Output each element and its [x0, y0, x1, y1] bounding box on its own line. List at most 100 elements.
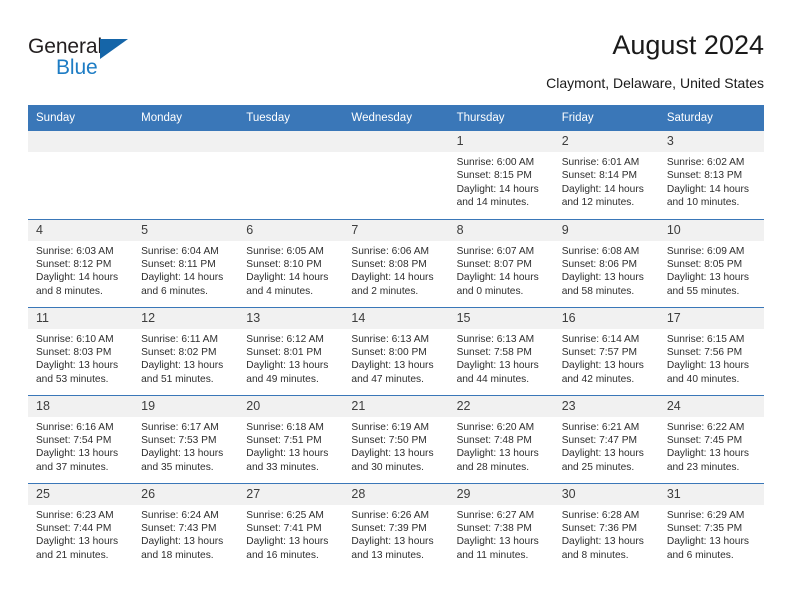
day-number: 23	[553, 395, 659, 417]
day-number: 11	[28, 307, 134, 329]
calendar-day-cell[interactable]: 20 Sunrise: 6:18 AM Sunset: 7:51 PM Dayligh…	[238, 394, 344, 483]
daylight-text: Daylight: 13 hours	[561, 536, 644, 548]
day-number: 31	[658, 483, 764, 505]
day-number: 4	[28, 219, 134, 241]
sunset-text: Sunset: 8:15 PM	[456, 170, 532, 182]
daylight-text: and 49 minutes.	[246, 373, 319, 385]
calendar-day-cell[interactable]: 12 Sunrise: 6:11 AM Sunset: 8:02 PM Dayligh…	[133, 306, 239, 395]
daylight-text: and 28 minutes.	[456, 461, 530, 473]
calendar-day-cell[interactable]: 2 Sunrise: 6:01 AM Sunset: 8:14 PM Daylight…	[553, 131, 659, 219]
calendar-day-cell[interactable]: 16 Sunrise: 6:14 AM Sunset: 7:57 PM Dayligh…	[553, 306, 659, 395]
calendar-day-cell[interactable]: 29 Sunrise: 6:27 AM Sunset: 7:38 PM Dayligh…	[448, 482, 554, 571]
day-number	[238, 131, 344, 152]
calendar-day-cell[interactable]: 14 Sunrise: 6:13 AM Sunset: 8:00 PM Dayligh…	[343, 306, 449, 395]
day-number: 1	[448, 131, 554, 152]
sunrise-text: Sunrise: 6:01 AM	[561, 157, 640, 168]
sunset-text: Sunset: 7:45 PM	[666, 434, 743, 446]
sunset-text: Sunset: 7:54 PM	[36, 434, 112, 446]
day-number: 22	[448, 395, 554, 417]
daylight-text: and 42 minutes.	[561, 373, 635, 385]
calendar-day-cell-empty	[133, 131, 239, 219]
daylight-text: Daylight: 13 hours	[246, 360, 329, 372]
general-blue-logo[interactable]: General Blue	[28, 34, 144, 86]
calendar-day-cell[interactable]: 25 Sunrise: 6:23 AM Sunset: 7:44 PM Dayligh…	[28, 482, 134, 571]
calendar-day-cell[interactable]: 1 Sunrise: 6:00 AM Sunset: 8:15 PM Daylight…	[448, 131, 554, 219]
daylight-text: and 44 minutes.	[456, 373, 530, 385]
day-number: 2	[553, 131, 659, 152]
day-details: Sunrise: 6:02 AM Sunset: 8:13 PM Daylight:…	[659, 152, 764, 210]
calendar: Sunday Monday Tuesday Wednesday Thursday Frid…	[28, 105, 764, 571]
daylight-text: and 6 minutes.	[666, 549, 734, 561]
daylight-text: Daylight: 13 hours	[351, 448, 434, 460]
calendar-day-cell[interactable]: 17 Sunrise: 6:15 AM Sunset: 7:56 PM Dayligh…	[658, 306, 764, 395]
calendar-header-row: Sunday Monday Tuesday Wednesday Thursday Frid…	[28, 105, 764, 131]
calendar-day-cell[interactable]: 6 Sunrise: 6:05 AM Sunset: 8:10 PM Daylight…	[238, 218, 344, 307]
calendar-day-cell[interactable]: 26 Sunrise: 6:24 AM Sunset: 7:43 PM Dayligh…	[133, 482, 239, 571]
daylight-text: and 58 minutes.	[561, 285, 635, 297]
calendar-day-cell[interactable]: 30 Sunrise: 6:28 AM Sunset: 7:36 PM Dayligh…	[553, 482, 659, 571]
day-number: 29	[448, 483, 554, 505]
calendar-day-cell[interactable]: 15 Sunrise: 6:13 AM Sunset: 7:58 PM Dayligh…	[448, 306, 554, 395]
daylight-text: Daylight: 13 hours	[141, 536, 224, 548]
day-details: Sunrise: 6:03 AM Sunset: 8:12 PM Daylight:…	[28, 241, 133, 299]
sunset-text: Sunset: 7:44 PM	[36, 522, 112, 534]
calendar-day-cell[interactable]: 9 Sunrise: 6:08 AM Sunset: 8:06 PM Daylight…	[553, 218, 659, 307]
sunrise-text: Sunrise: 6:11 AM	[141, 333, 218, 345]
day-details: Sunrise: 6:22 AM Sunset: 7:45 PM Daylight:…	[659, 417, 764, 475]
calendar-day-cell[interactable]: 7 Sunrise: 6:06 AM Sunset: 8:08 PM Daylight…	[343, 218, 449, 307]
day-number: 14	[343, 307, 449, 329]
day-number: 15	[448, 307, 554, 329]
daylight-text: Daylight: 14 hours	[666, 183, 749, 195]
calendar-day-cell[interactable]: 3 Sunrise: 6:02 AM Sunset: 8:13 PM Daylight…	[658, 131, 764, 219]
sunset-text: Sunset: 8:02 PM	[141, 346, 217, 358]
sunrise-text: Sunrise: 6:03 AM	[36, 245, 114, 257]
daylight-text: Daylight: 13 hours	[36, 360, 119, 372]
day-details: Sunrise: 6:04 AM Sunset: 8:11 PM Daylight:…	[133, 241, 238, 299]
calendar-day-cell[interactable]: 28 Sunrise: 6:26 AM Sunset: 7:39 PM Dayligh…	[343, 482, 449, 571]
daylight-text: and 10 minutes.	[666, 197, 740, 209]
day-details: Sunrise: 6:15 AM Sunset: 7:56 PM Daylight:…	[659, 329, 764, 387]
day-details: Sunrise: 6:01 AM Sunset: 8:14 PM Daylight:…	[554, 152, 659, 210]
sunrise-text: Sunrise: 6:27 AM	[456, 509, 535, 521]
day-details: Sunrise: 6:17 AM Sunset: 7:53 PM Daylight:…	[133, 417, 238, 475]
sunset-text: Sunset: 7:53 PM	[141, 434, 217, 446]
calendar-day-cell[interactable]: 19 Sunrise: 6:17 AM Sunset: 7:53 PM Dayligh…	[133, 394, 239, 483]
sunrise-text: Sunrise: 6:13 AM	[456, 333, 535, 345]
sunset-text: Sunset: 8:10 PM	[246, 258, 322, 270]
daylight-text: Daylight: 13 hours	[666, 536, 749, 548]
sunset-text: Sunset: 8:12 PM	[36, 258, 112, 270]
calendar-day-cell[interactable]: 11 Sunrise: 6:10 AM Sunset: 8:03 PM Dayligh…	[28, 306, 134, 395]
day-number: 19	[133, 395, 239, 417]
calendar-day-cell[interactable]: 10 Sunrise: 6:09 AM Sunset: 8:05 PM Dayligh…	[658, 218, 764, 307]
day-details: Sunrise: 6:26 AM Sunset: 7:39 PM Daylight:…	[343, 505, 448, 563]
daylight-text: and 51 minutes.	[141, 373, 214, 385]
calendar-day-cell[interactable]: 18 Sunrise: 6:16 AM Sunset: 7:54 PM Dayligh…	[28, 394, 134, 483]
daylight-text: Daylight: 13 hours	[351, 360, 434, 372]
calendar-day-cell[interactable]: 13 Sunrise: 6:12 AM Sunset: 8:01 PM Dayligh…	[238, 306, 344, 395]
day-details: Sunrise: 6:08 AM Sunset: 8:06 PM Daylight:…	[554, 241, 659, 299]
day-number: 3	[658, 131, 764, 152]
calendar-day-cell[interactable]: 22 Sunrise: 6:20 AM Sunset: 7:48 PM Dayligh…	[448, 394, 554, 483]
sunset-text: Sunset: 7:38 PM	[456, 522, 532, 534]
day-details: Sunrise: 6:07 AM Sunset: 8:07 PM Daylight:…	[449, 241, 554, 299]
calendar-day-cell[interactable]: 5 Sunrise: 6:04 AM Sunset: 8:11 PM Daylight…	[133, 218, 239, 307]
daylight-text: Daylight: 13 hours	[666, 360, 749, 372]
page-root: General Blue August 2024 Claymont, Delaw…	[0, 0, 792, 612]
calendar-day-cell[interactable]: 4 Sunrise: 6:03 AM Sunset: 8:12 PM Daylight…	[28, 218, 134, 307]
daylight-text: Daylight: 14 hours	[141, 272, 224, 284]
daylight-text: Daylight: 13 hours	[561, 448, 644, 460]
day-number: 26	[133, 483, 239, 505]
calendar-day-cell[interactable]: 23 Sunrise: 6:21 AM Sunset: 7:47 PM Dayligh…	[553, 394, 659, 483]
daylight-text: and 6 minutes.	[141, 285, 208, 297]
daylight-text: and 37 minutes.	[36, 461, 109, 473]
page-title: August 2024	[612, 30, 764, 60]
calendar-day-cell[interactable]: 27 Sunrise: 6:25 AM Sunset: 7:41 PM Dayligh…	[238, 482, 344, 571]
calendar-day-cell[interactable]: 21 Sunrise: 6:19 AM Sunset: 7:50 PM Dayligh…	[343, 394, 449, 483]
daylight-text: and 55 minutes.	[666, 285, 740, 297]
daylight-text: Daylight: 13 hours	[666, 448, 749, 460]
calendar-day-cell[interactable]: 31 Sunrise: 6:29 AM Sunset: 7:35 PM Dayligh…	[658, 482, 764, 571]
calendar-day-cell[interactable]: 8 Sunrise: 6:07 AM Sunset: 8:07 PM Daylight…	[448, 218, 554, 307]
sunrise-text: Sunrise: 6:10 AM	[36, 333, 114, 345]
calendar-day-cell[interactable]: 24 Sunrise: 6:22 AM Sunset: 7:45 PM Dayligh…	[658, 394, 764, 483]
sunrise-text: Sunrise: 6:23 AM	[36, 509, 114, 521]
